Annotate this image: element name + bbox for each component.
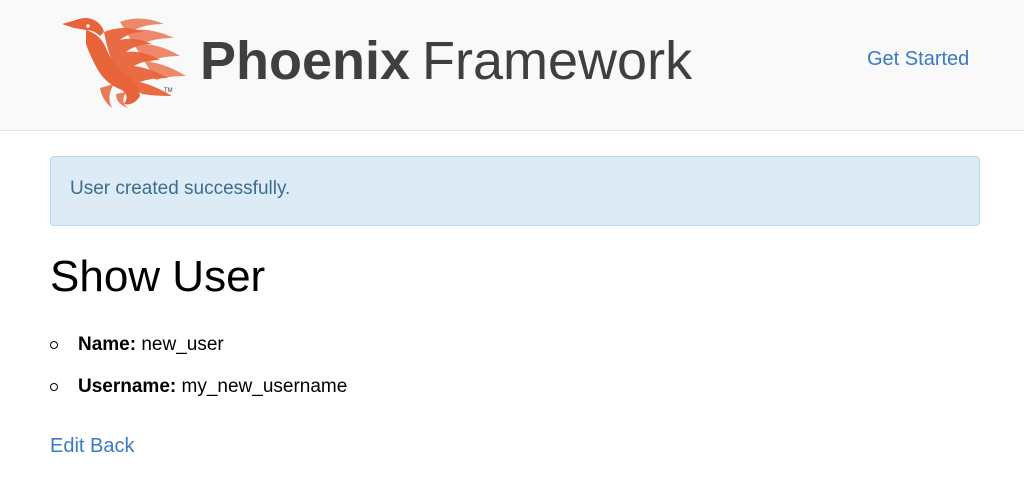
action-links: Edit Back <box>50 435 135 458</box>
phoenix-logo[interactable]: TM Phoenix Framework <box>60 14 692 108</box>
user-details-list: Name: new_user Username: my_new_username <box>50 330 347 414</box>
phoenix-bird-icon: TM <box>62 18 186 108</box>
page-title: Show User <box>50 252 266 301</box>
field-label: Name: <box>78 334 137 355</box>
field-value: my_new_username <box>181 376 348 397</box>
alert-message: User created successfully. <box>70 178 291 199</box>
flash-info-alert: User created successfully. <box>50 156 980 226</box>
field-value: new_user <box>141 334 224 355</box>
field-label: Username: <box>78 376 177 397</box>
get-started-link[interactable]: Get Started <box>867 48 969 71</box>
logo-word-phoenix: Phoenix <box>200 31 411 91</box>
bullet-icon <box>50 383 58 391</box>
user-detail-username: Username: my_new_username <box>50 372 347 414</box>
top-header: TM Phoenix Framework Get Started <box>0 0 1024 131</box>
svg-text:TM: TM <box>164 88 173 94</box>
edit-link[interactable]: Edit <box>50 435 84 457</box>
logo-wordmark: Phoenix Framework <box>200 31 692 91</box>
bullet-icon <box>50 341 58 349</box>
logo-word-framework: Framework <box>422 31 693 91</box>
user-detail-name: Name: new_user <box>50 330 347 372</box>
back-link[interactable]: Back <box>90 435 134 457</box>
